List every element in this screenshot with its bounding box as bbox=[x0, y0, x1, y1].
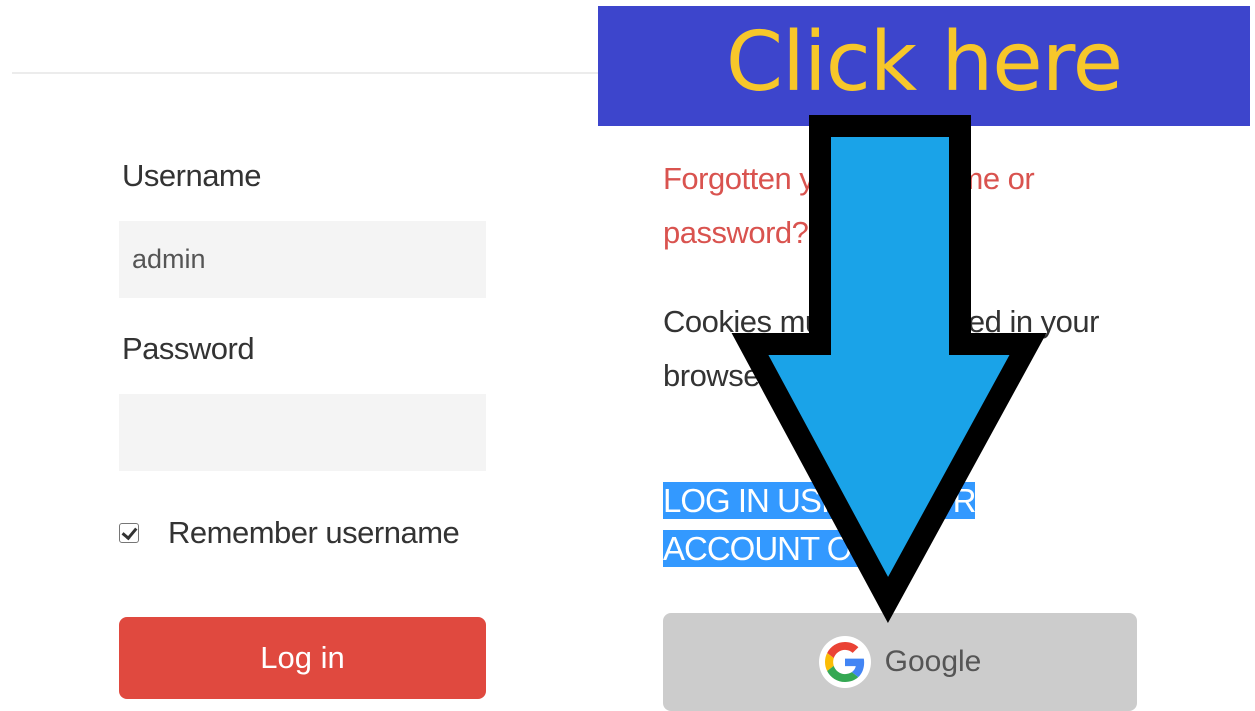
oauth-heading-line1: LOG IN USING YOUR bbox=[663, 482, 976, 519]
password-input[interactable] bbox=[119, 394, 486, 471]
password-label: Password bbox=[122, 331, 255, 366]
login-button[interactable]: Log in bbox=[119, 617, 486, 699]
username-input[interactable] bbox=[119, 221, 486, 298]
google-g-icon bbox=[818, 636, 871, 688]
remember-username-row[interactable]: Remember username bbox=[119, 515, 460, 551]
cookies-notice: Cookies must be enabled in your browser bbox=[663, 304, 1099, 393]
forgot-credentials-link[interactable]: Forgotten your username or password? bbox=[663, 152, 1083, 260]
google-login-label[interactable]: Google bbox=[885, 645, 982, 679]
click-here-banner: Click here bbox=[598, 6, 1250, 126]
oauth-heading-line2: ACCOUNT ON: bbox=[663, 530, 883, 567]
oauth-heading: LOG IN USING YOUR ACCOUNT ON: bbox=[663, 477, 1003, 573]
remember-username-label[interactable]: Remember username bbox=[168, 515, 460, 551]
header-divider bbox=[12, 72, 612, 74]
remember-username-checkbox[interactable] bbox=[119, 523, 139, 543]
click-here-text: Click here bbox=[725, 14, 1123, 110]
username-label: Username bbox=[122, 158, 262, 193]
google-login-button[interactable]: Google bbox=[663, 613, 1137, 711]
